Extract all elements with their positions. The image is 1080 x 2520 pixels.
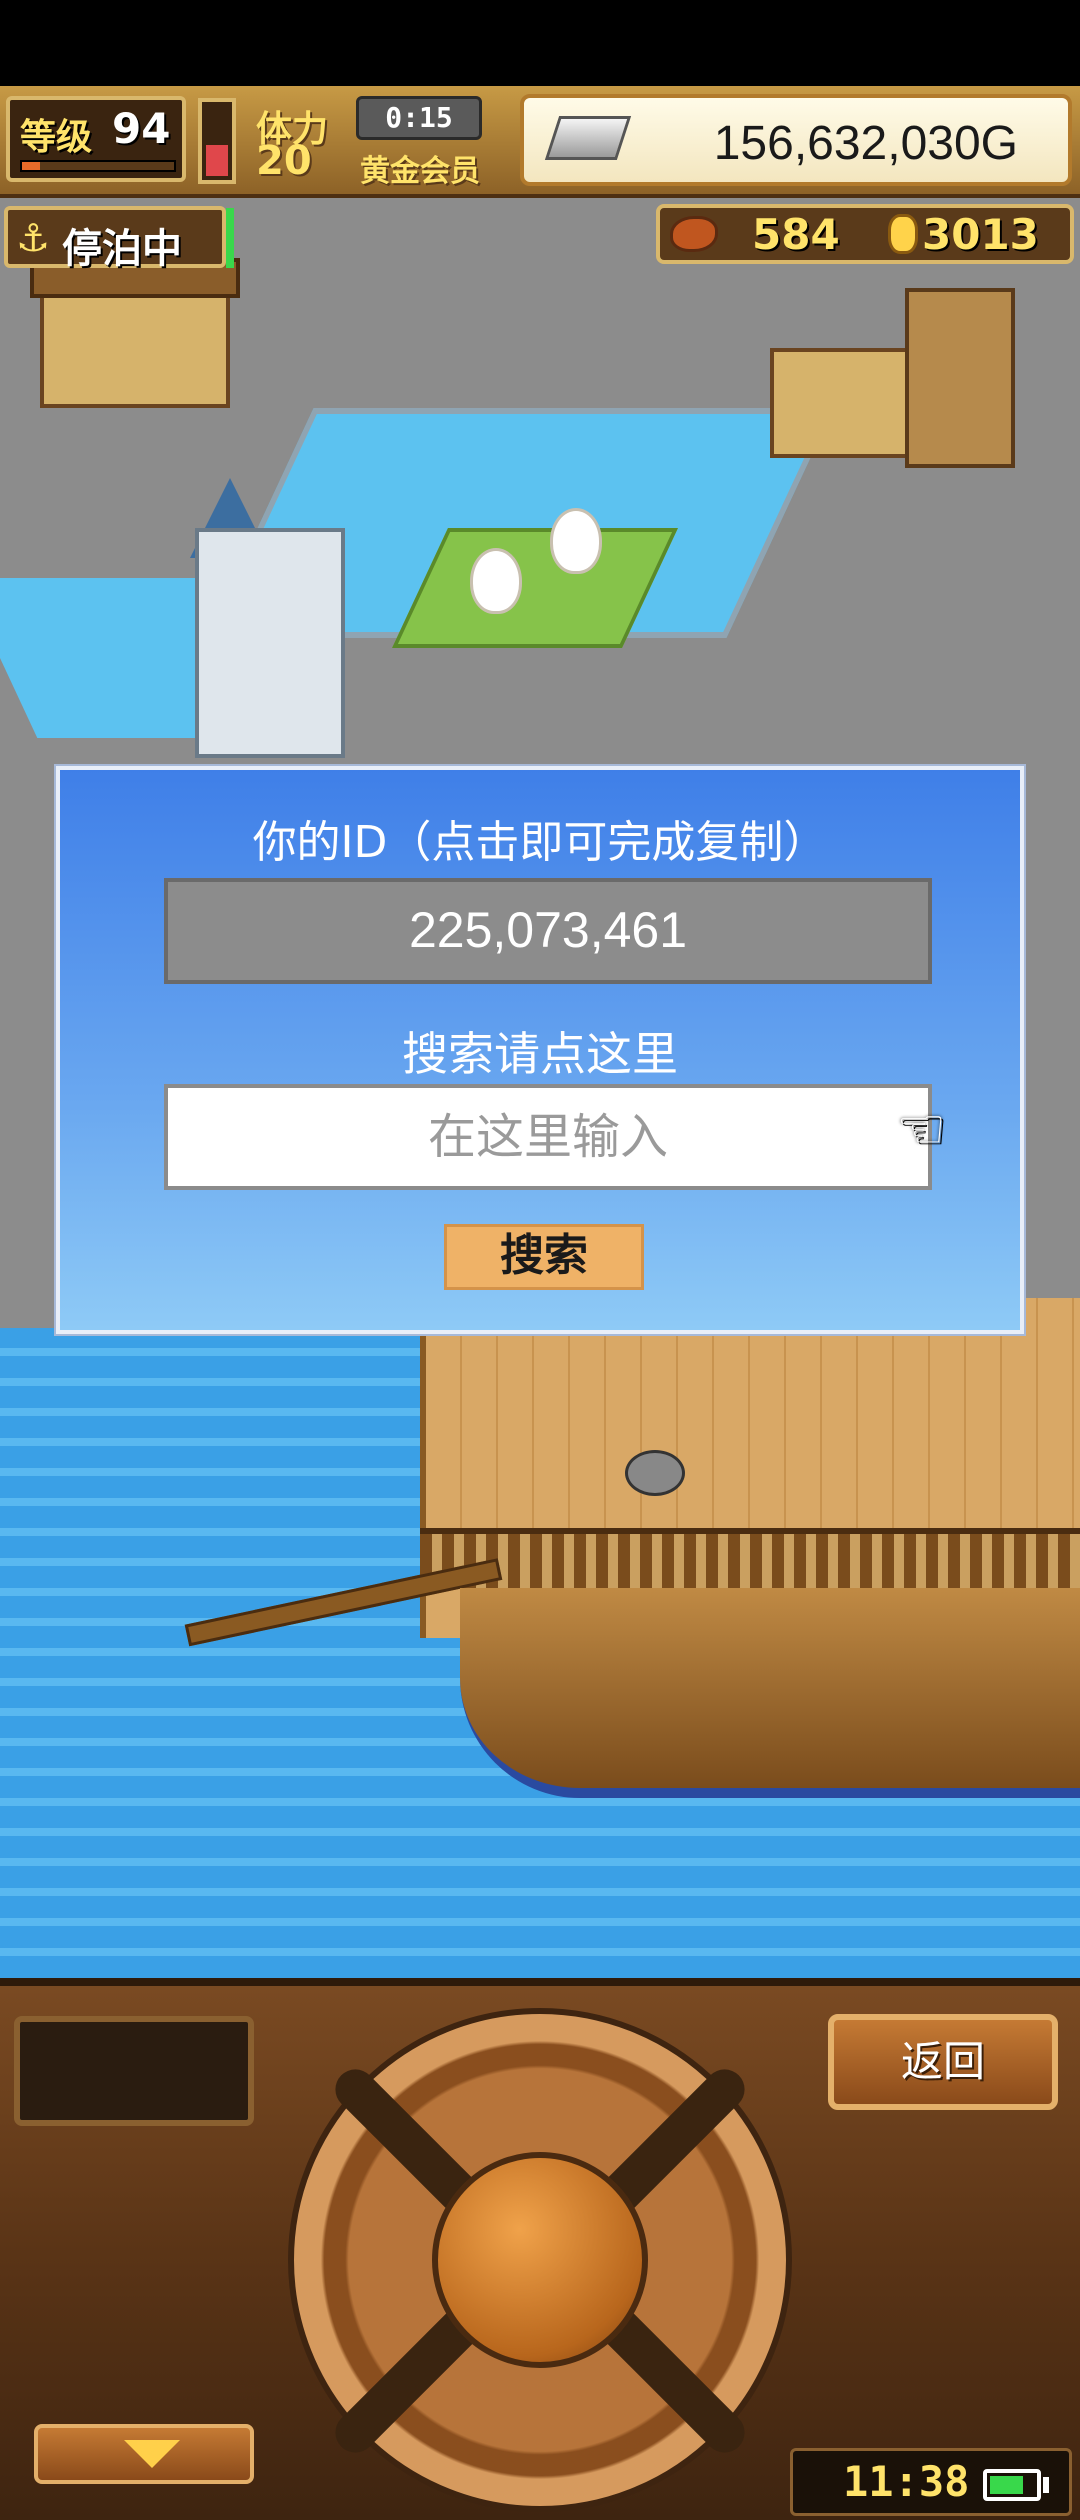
medal-icon bbox=[888, 214, 918, 254]
top-hud: 等级 94 体力 20 0:15 黄金会员 156,632,030G bbox=[0, 86, 1080, 198]
money-panel[interactable]: 156,632,030G bbox=[520, 94, 1072, 186]
back-button[interactable]: 返回 bbox=[828, 2014, 1058, 2110]
search-input[interactable] bbox=[164, 1084, 932, 1190]
resources-panel: 584 3013 bbox=[656, 204, 1074, 264]
down-arrow-icon bbox=[124, 2440, 180, 2468]
battery-fill bbox=[990, 2476, 1023, 2494]
control-panel: 返回 11:38 bbox=[0, 1978, 1080, 2520]
search-button[interactable]: 搜索 bbox=[444, 1224, 644, 1290]
search-hint: 搜索请点这里 bbox=[402, 1027, 678, 1081]
egg bbox=[470, 548, 522, 614]
ship-hull bbox=[460, 1588, 1080, 1798]
medal-count: 3013 bbox=[922, 210, 1039, 259]
stamina-fill bbox=[206, 144, 228, 176]
system-status-bar bbox=[0, 0, 1080, 86]
info-slot bbox=[14, 2016, 254, 2126]
ship-rail bbox=[420, 1528, 1080, 1588]
stamina-gauge bbox=[198, 98, 236, 184]
docked-indicator bbox=[226, 208, 234, 268]
house-left[interactable] bbox=[40, 288, 230, 408]
silver-ingot-icon bbox=[544, 116, 632, 160]
rock-creature[interactable] bbox=[625, 1450, 685, 1496]
exp-fill bbox=[22, 162, 41, 170]
level-label: 等级 bbox=[20, 117, 93, 158]
dpad-center-button[interactable] bbox=[432, 2152, 648, 2368]
stamina-value: 20 bbox=[256, 138, 312, 184]
user-id-copy-box[interactable]: 225,073,461 bbox=[164, 878, 932, 984]
docked-status[interactable]: ⚓ 停泊中 bbox=[4, 206, 226, 272]
membership-label[interactable]: 黄金会员 bbox=[360, 146, 480, 190]
clock-time: 11:38 bbox=[843, 2457, 970, 2506]
dialog-title: 你的ID（点击即可完成复制） bbox=[252, 817, 828, 868]
stamina-panel: 体力 20 0:15 黄金会员 bbox=[248, 96, 498, 189]
friend-search-dialog: 你的ID（点击即可完成复制） 225,073,461 搜索请点这里 ☜ 搜索 bbox=[56, 766, 1024, 1334]
battery-icon bbox=[983, 2469, 1041, 2501]
money-value: 156,632,030G bbox=[713, 117, 1018, 170]
exp-bar bbox=[20, 160, 176, 172]
tower[interactable] bbox=[195, 528, 345, 758]
stamina-timer: 0:15 bbox=[356, 96, 482, 140]
meat-icon bbox=[670, 216, 718, 252]
docked-label: 停泊中 bbox=[62, 226, 182, 272]
battery-tip bbox=[1043, 2477, 1049, 2493]
pointing-hand-icon: ☜ bbox=[896, 1097, 947, 1162]
level-value: 94 bbox=[112, 104, 171, 153]
windmill[interactable] bbox=[905, 288, 1015, 468]
anchor-icon: ⚓ bbox=[16, 216, 51, 260]
level-panel: 等级 94 bbox=[6, 96, 186, 182]
clock-panel: 11:38 bbox=[790, 2448, 1072, 2516]
egg bbox=[550, 508, 602, 574]
menu-down-button[interactable] bbox=[34, 2424, 254, 2484]
food-count: 584 bbox=[752, 210, 840, 259]
